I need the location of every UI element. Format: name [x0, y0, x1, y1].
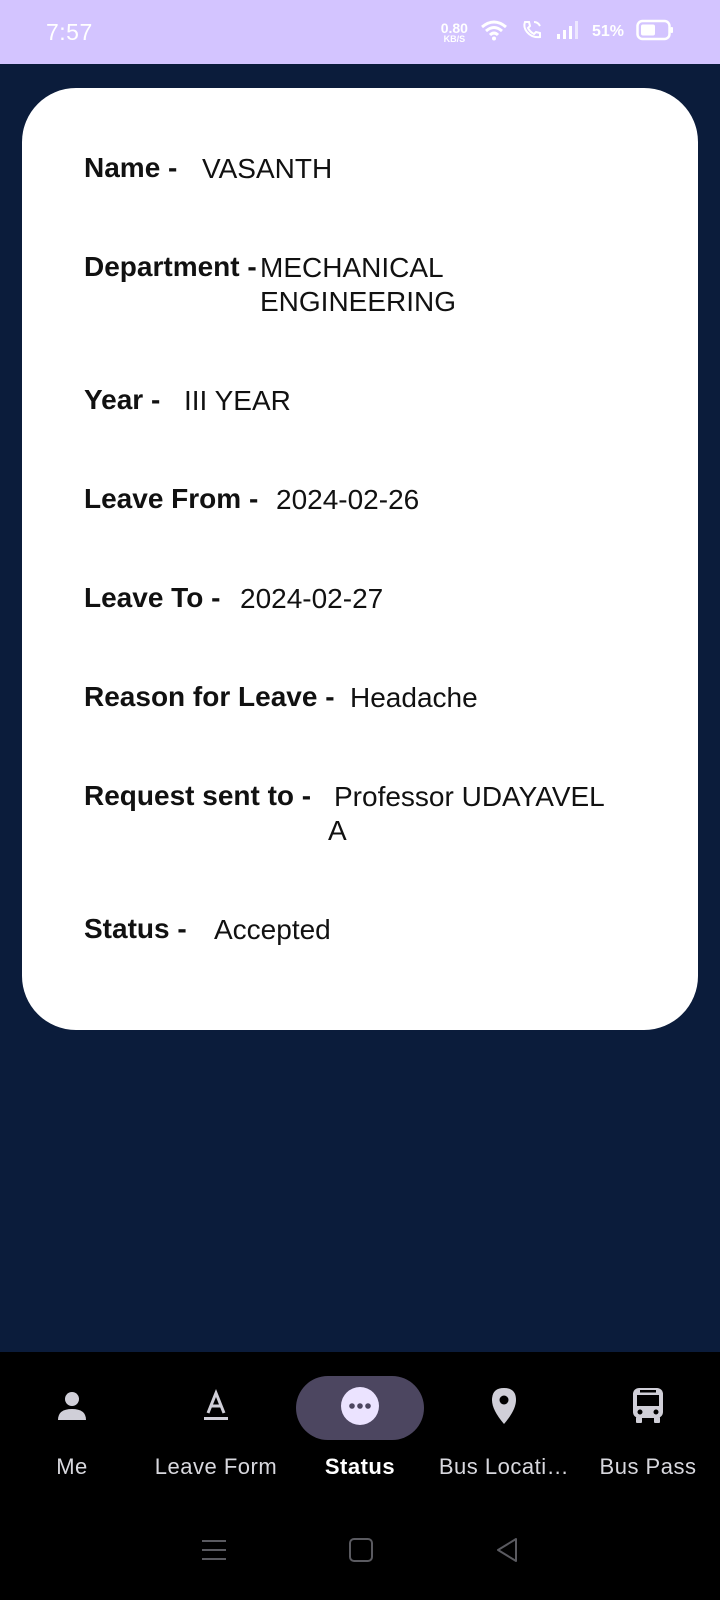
leave-status-card: Name - VASANTH Department - MECHANICAL E…	[22, 88, 698, 1030]
leave-to-label: Leave To -	[84, 582, 221, 613]
name-label: Name -	[84, 152, 178, 183]
nav-item-me[interactable]: Me	[0, 1376, 144, 1496]
department-value: MECHANICAL ENGINEERING	[260, 252, 457, 317]
status-label: Status -	[84, 913, 187, 944]
status-bar: 7:57 0.80 KB/S 51%	[0, 0, 720, 64]
nav-icon-container	[8, 1376, 136, 1440]
network-speed-value: 0.80	[440, 19, 468, 36]
location-pin-icon	[486, 1386, 522, 1431]
home-square-icon[interactable]	[348, 1537, 374, 1568]
battery-icon	[636, 19, 674, 46]
recents-menu-icon[interactable]	[200, 1537, 228, 1568]
bus-icon	[630, 1386, 666, 1431]
name-value: VASANTH	[202, 153, 333, 184]
nav-icon-container	[440, 1376, 568, 1440]
nav-label-bus-location: Bus Locati…	[438, 1454, 570, 1479]
department-label: Department -	[84, 251, 257, 282]
leave-from-label: Leave From -	[84, 483, 259, 514]
person-icon	[54, 1388, 90, 1429]
request-sent-to-label: Request sent to -	[84, 780, 312, 811]
more-horizontal-icon	[340, 1386, 380, 1431]
nav-label-me: Me	[56, 1454, 88, 1479]
reason-value: Headache	[350, 682, 478, 713]
reason-label: Reason for Leave -	[84, 681, 335, 712]
year-value: III YEAR	[184, 385, 291, 416]
request-sent-to-value: Professor UDAYAVEL A	[328, 781, 604, 846]
status-time: 7:57	[46, 18, 93, 45]
signal-icon	[556, 20, 580, 45]
nav-label-leave-form: Leave Form	[154, 1454, 278, 1479]
year-label: Year -	[84, 384, 161, 415]
nav-icon-container	[152, 1376, 280, 1440]
battery-percentage: 51%	[591, 23, 624, 40]
wifi-call-icon	[520, 18, 544, 47]
leave-to-value: 2024-02-27	[240, 583, 384, 614]
nav-icon-container	[584, 1376, 712, 1440]
nav-item-bus-pass[interactable]: Bus Pass	[576, 1376, 720, 1496]
leave-from-value: 2024-02-26	[276, 484, 420, 515]
network-speed: 0.80 KB/S	[441, 21, 468, 44]
network-speed-unit: KB/S	[443, 33, 466, 44]
status-icons: 0.80 KB/S 51%	[441, 18, 674, 47]
nav-label-bus-pass: Bus Pass	[599, 1454, 697, 1479]
bottom-navigation: Me Leave Form Status Bus Locati… Bus Pas…	[0, 1352, 720, 1600]
wifi-icon	[480, 19, 508, 46]
nav-item-leave-form[interactable]: Leave Form	[144, 1376, 288, 1496]
nav-active-pill	[296, 1376, 424, 1440]
back-triangle-icon[interactable]	[494, 1536, 520, 1569]
system-navigation-bar	[0, 1522, 720, 1582]
status-value: Accepted	[214, 914, 331, 945]
text-format-icon	[198, 1388, 234, 1429]
nav-item-bus-location[interactable]: Bus Locati…	[432, 1376, 576, 1496]
nav-label-status: Status	[324, 1454, 396, 1479]
nav-item-status[interactable]: Status	[288, 1376, 432, 1496]
